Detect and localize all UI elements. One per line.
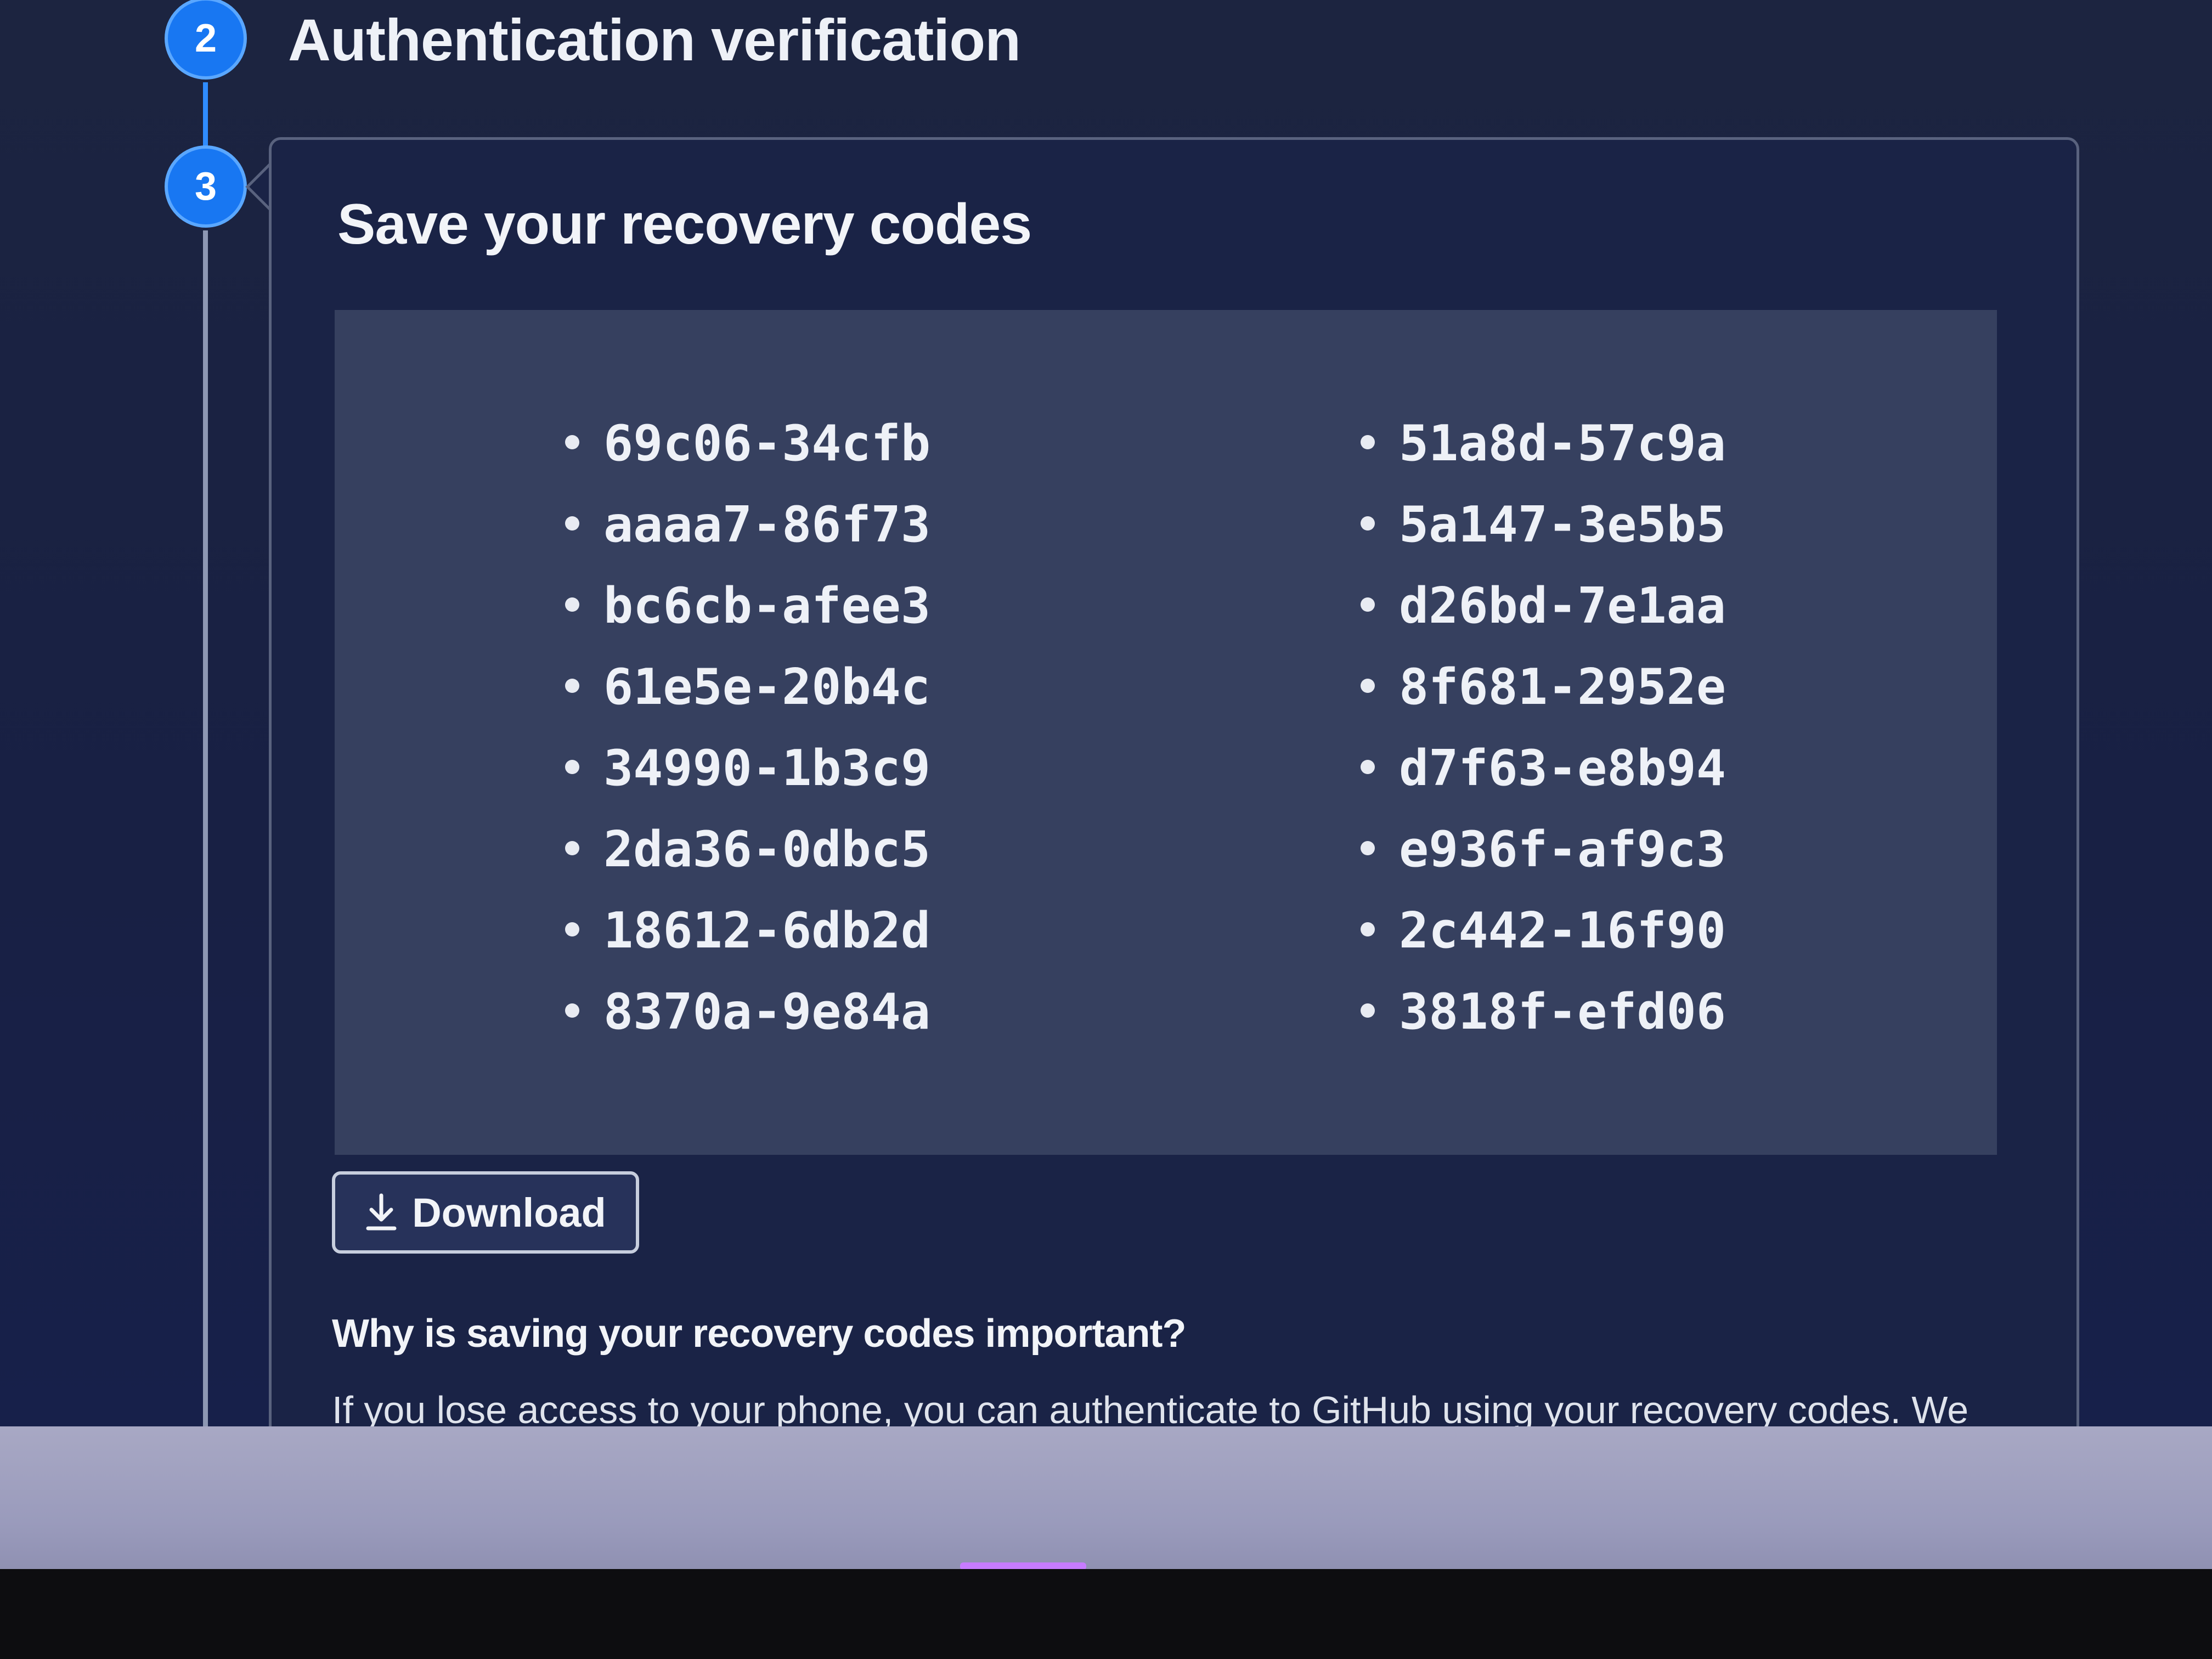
bullet-icon bbox=[565, 597, 579, 612]
recovery-code-value: 61e5e-20b4c bbox=[603, 658, 931, 716]
recovery-code: 3818f-efd06 bbox=[1361, 972, 1726, 1053]
bullet-icon bbox=[1361, 597, 1375, 612]
bullet-icon bbox=[1361, 841, 1375, 856]
recovery-codes-list-right: 51a8d-57c9a 5a147-3e5b5 d26bd-7e1aa 8f68… bbox=[1361, 403, 1726, 1053]
bullet-icon bbox=[565, 841, 579, 856]
recovery-code-value: 2c442-16f90 bbox=[1399, 902, 1726, 960]
recovery-code: d26bd-7e1aa bbox=[1361, 566, 1726, 647]
recovery-code-value: d7f63-e8b94 bbox=[1399, 740, 1726, 797]
stepper-connector bbox=[203, 82, 208, 148]
bullet-icon bbox=[565, 435, 579, 450]
bullet-icon bbox=[565, 679, 579, 693]
recovery-code-value: 2da36-0dbc5 bbox=[603, 821, 931, 878]
download-button[interactable]: Download bbox=[332, 1171, 639, 1254]
bullet-icon bbox=[1361, 679, 1375, 693]
bullet-icon bbox=[565, 922, 579, 937]
recovery-codes-card: Save your recovery codes 69c06-34cfb aaa… bbox=[269, 137, 2079, 1437]
bullet-icon bbox=[1361, 922, 1375, 937]
recovery-code-value: e936f-af9c3 bbox=[1399, 821, 1726, 878]
screen: 2 Authentication verification 3 Save you… bbox=[0, 0, 2212, 1437]
recovery-code-value: bc6cb-afee3 bbox=[603, 577, 931, 635]
bullet-icon bbox=[1361, 435, 1375, 450]
recovery-code-value: d26bd-7e1aa bbox=[1399, 577, 1726, 635]
step-number: 2 bbox=[194, 16, 217, 60]
bullet-icon bbox=[565, 516, 579, 531]
recovery-codes-panel: 69c06-34cfb aaaa7-86f73 bc6cb-afee3 61e5… bbox=[335, 310, 1997, 1155]
recovery-code: 18612-6db2d bbox=[565, 890, 930, 972]
recovery-code-value: 51a8d-57c9a bbox=[1399, 415, 1726, 472]
recovery-code: 2c442-16f90 bbox=[1361, 890, 1726, 972]
recovery-code: aaaa7-86f73 bbox=[565, 484, 930, 566]
recovery-code-value: 69c06-34cfb bbox=[603, 415, 931, 472]
recovery-code: bc6cb-afee3 bbox=[565, 566, 930, 647]
recovery-code-value: aaaa7-86f73 bbox=[603, 496, 931, 554]
download-button-label: Download bbox=[412, 1189, 606, 1235]
recovery-code: e936f-af9c3 bbox=[1361, 809, 1726, 890]
recovery-code-value: 8370a-9e84a bbox=[603, 983, 931, 1041]
why-text: If you lose access to your phone, you ca… bbox=[332, 1389, 1969, 1431]
recovery-code-value: 5a147-3e5b5 bbox=[1399, 496, 1726, 554]
recovery-code: 8f681-2952e bbox=[1361, 647, 1726, 728]
step-2-badge: 2 bbox=[165, 0, 247, 80]
bullet-icon bbox=[1361, 516, 1375, 531]
card-title: Save your recovery codes bbox=[337, 193, 1032, 256]
step-3-badge: 3 bbox=[165, 145, 247, 228]
bullet-icon bbox=[565, 1003, 579, 1018]
recovery-code: 69c06-34cfb bbox=[565, 403, 930, 484]
step-2-title: Authentication verification bbox=[288, 7, 1021, 73]
recovery-code: d7f63-e8b94 bbox=[1361, 728, 1726, 809]
download-icon bbox=[365, 1193, 398, 1232]
recovery-code: 5a147-3e5b5 bbox=[1361, 484, 1726, 566]
recovery-code: 34990-1b3c9 bbox=[565, 728, 930, 809]
recovery-code: 61e5e-20b4c bbox=[565, 647, 930, 728]
monitor-bezel bbox=[0, 1426, 2212, 1585]
recovery-code: 8370a-9e84a bbox=[565, 972, 930, 1053]
desk-surface bbox=[0, 1569, 2212, 1659]
bullet-icon bbox=[1361, 1003, 1375, 1018]
step-number: 3 bbox=[194, 165, 217, 208]
bullet-icon bbox=[565, 760, 579, 775]
bullet-icon bbox=[1361, 760, 1375, 775]
recovery-code-value: 3818f-efd06 bbox=[1399, 983, 1726, 1041]
recovery-codes-list-left: 69c06-34cfb aaaa7-86f73 bc6cb-afee3 61e5… bbox=[565, 403, 930, 1053]
stepper-connector bbox=[203, 230, 208, 1437]
recovery-code-value: 8f681-2952e bbox=[1399, 658, 1726, 716]
recovery-code: 2da36-0dbc5 bbox=[565, 809, 930, 890]
recovery-code-value: 18612-6db2d bbox=[603, 902, 931, 960]
recovery-code: 51a8d-57c9a bbox=[1361, 403, 1726, 484]
why-heading: Why is saving your recovery codes import… bbox=[332, 1312, 1186, 1356]
recovery-code-value: 34990-1b3c9 bbox=[603, 740, 931, 797]
